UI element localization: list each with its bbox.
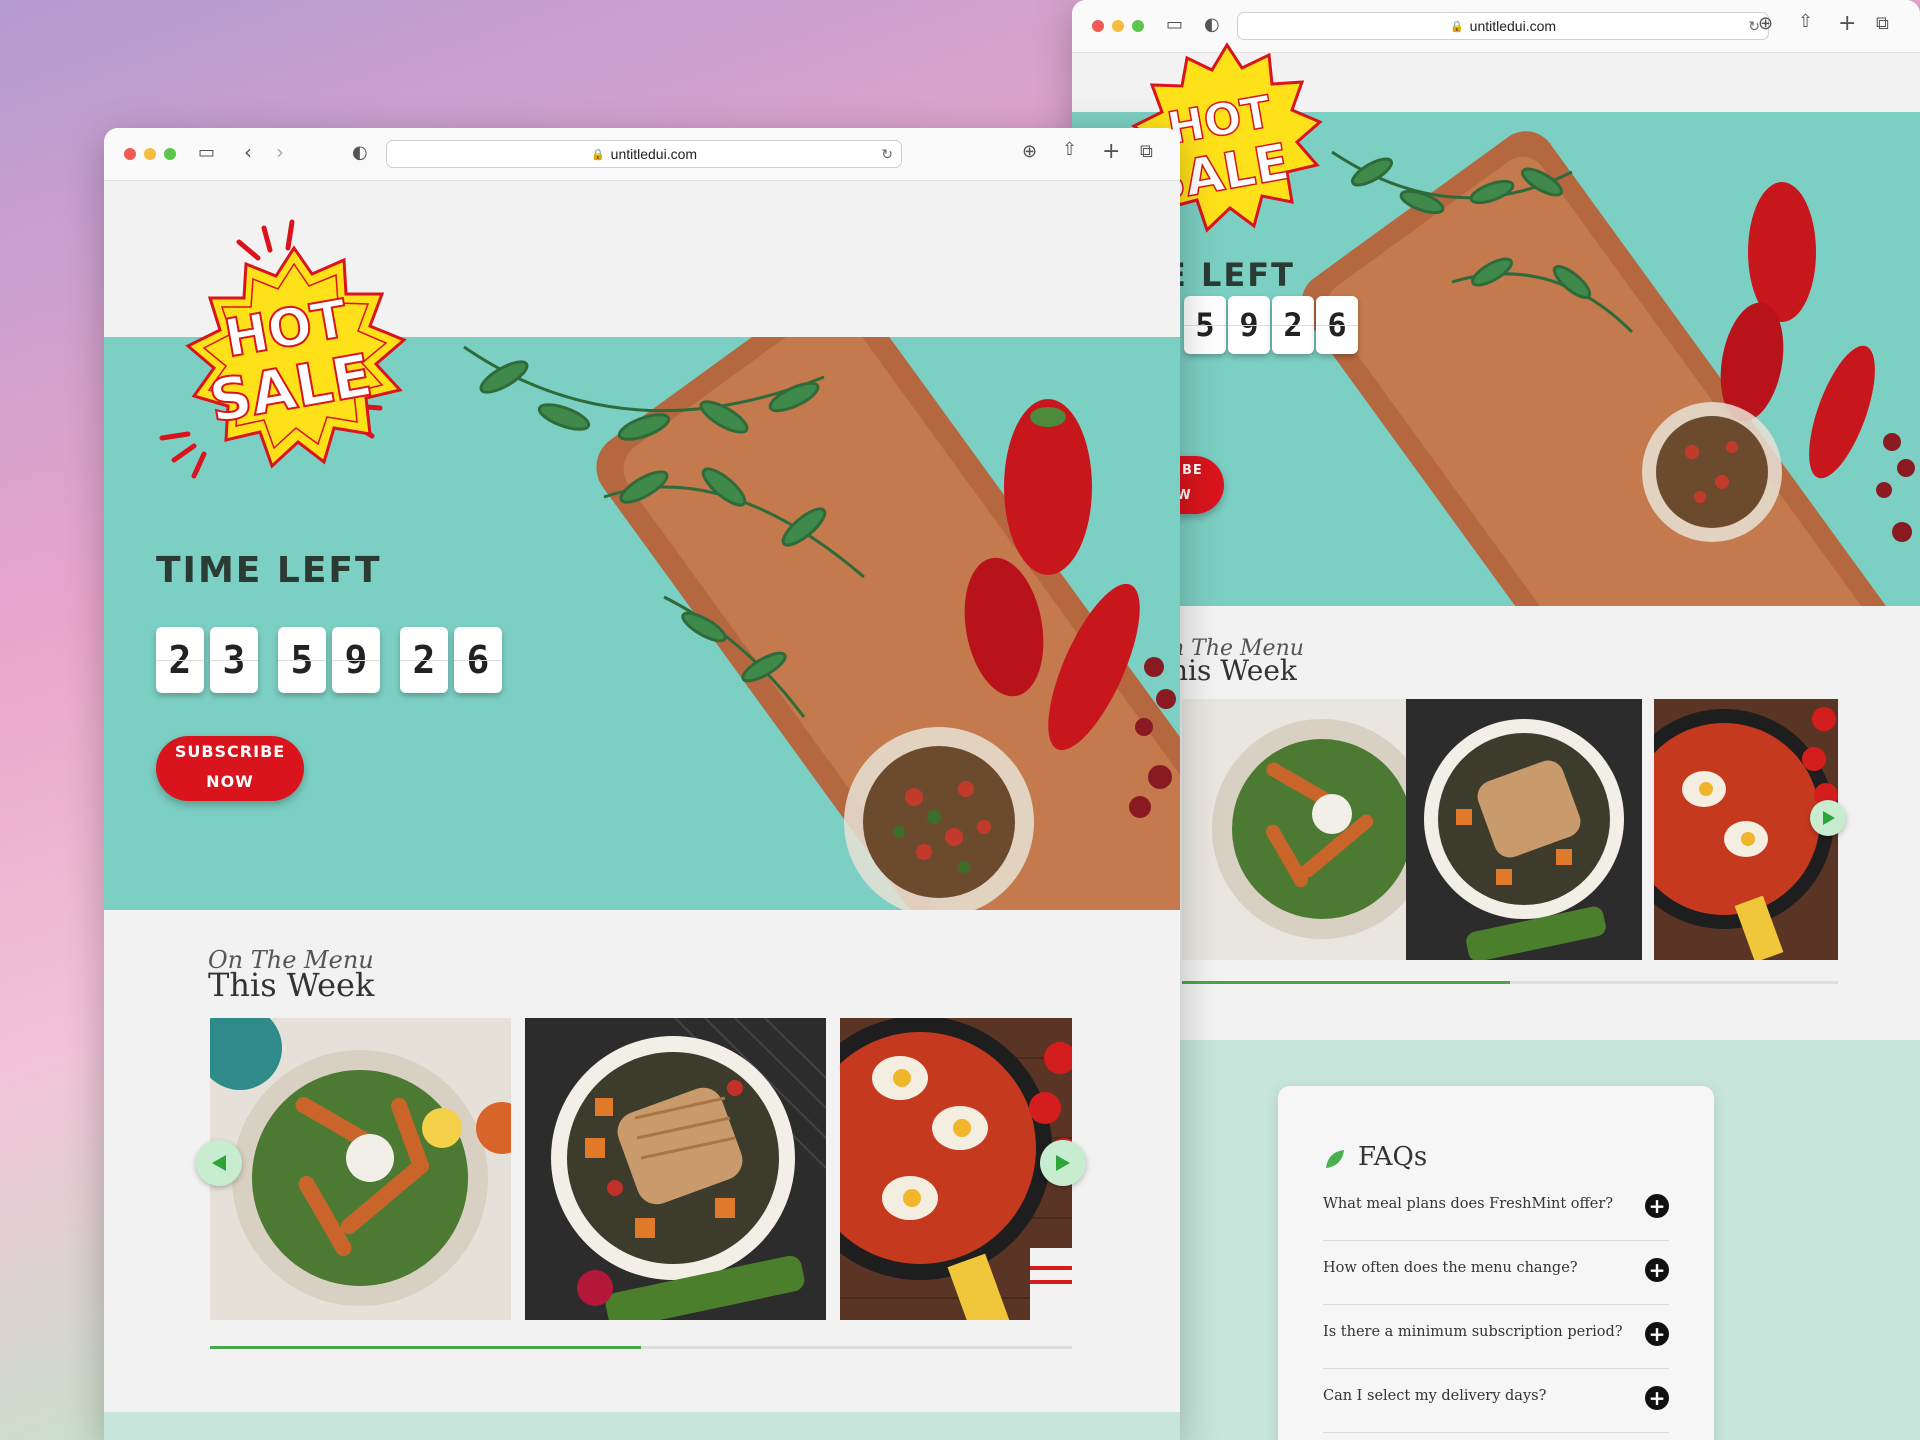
lock-icon: 🔒: [1449, 20, 1464, 33]
privacy-shield-icon[interactable]: ◐: [1204, 16, 1220, 34]
back-menu-title: his Week: [1170, 654, 1297, 687]
countdown-digit: 6: [454, 627, 502, 693]
faq-item[interactable]: How often does the menu change? +: [1323, 1240, 1669, 1305]
time-left-label: TIME LEFT: [156, 550, 382, 591]
back-carousel-progress-track: [1182, 981, 1838, 984]
back-countdown-digit: 5: [1184, 296, 1226, 354]
faq-question: Can I select my delivery days?: [1323, 1388, 1547, 1404]
reload-icon[interactable]: ↻: [881, 146, 893, 163]
leaf-icon: [1326, 1150, 1344, 1168]
front-address-bar[interactable]: 🔒 untitledui.com ↻: [386, 140, 902, 168]
back-menu-card-2[interactable]: [1406, 699, 1642, 960]
menu-title: This Week: [208, 966, 375, 1004]
expand-plus-icon[interactable]: +: [1645, 1386, 1669, 1410]
back-time-left-label: E LEFT: [1164, 256, 1295, 294]
countdown-digit: 5: [278, 627, 326, 693]
carousel-prev-button[interactable]: [196, 1140, 242, 1186]
carousel-progress-fill: [210, 1346, 641, 1349]
zoom-window-button[interactable]: [164, 148, 176, 160]
faq-question: Is there a minimum subscription period?: [1323, 1324, 1623, 1340]
faq-question: What meal plans does FreshMint offer?: [1323, 1196, 1614, 1212]
countdown-digit: 3: [210, 627, 258, 693]
expand-plus-icon[interactable]: +: [1645, 1258, 1669, 1282]
back-countdown-digit: 6: [1316, 296, 1358, 354]
front-faq-section-top: [104, 1412, 1180, 1440]
tabs-overview-icon[interactable]: ⧉: [1876, 15, 1889, 33]
download-icon[interactable]: ⊕: [1022, 143, 1037, 161]
faq-item[interactable]: Can I select my delivery days? +: [1323, 1368, 1669, 1433]
front-browser-toolbar: ▭ ‹ › ◐ 🔒 untitledui.com ↻ ⊕ ⇧ + ⧉: [104, 128, 1180, 181]
download-icon[interactable]: ⊕: [1758, 15, 1773, 33]
back-menu-card-3[interactable]: [1654, 699, 1838, 960]
sidebar-icon[interactable]: ▭: [198, 144, 215, 162]
back-carousel-next-button[interactable]: [1810, 800, 1846, 836]
faq-title: FAQs: [1358, 1142, 1428, 1172]
address-bar-url: untitledui.com: [1469, 18, 1557, 34]
faq-item[interactable]: What meal plans does FreshMint offer? +: [1323, 1176, 1669, 1241]
menu-card-1-image: [210, 1018, 511, 1320]
forward-arrow-icon[interactable]: ›: [276, 142, 284, 162]
tabs-overview-icon[interactable]: ⧉: [1140, 143, 1153, 161]
menu-card-1[interactable]: [210, 1018, 511, 1320]
share-icon[interactable]: ⇧: [1798, 13, 1813, 31]
close-window-button[interactable]: [124, 148, 136, 160]
hot-sale-badge: HOT SALE: [159, 219, 407, 479]
subscribe-now-button[interactable]: SUBSCRIBE NOW: [156, 736, 304, 801]
menu-card-3[interactable]: [840, 1018, 1072, 1320]
privacy-shield-icon[interactable]: ◐: [352, 144, 368, 162]
faq-card: FAQs What meal plans does FreshMint offe…: [1278, 1086, 1714, 1440]
sidebar-icon[interactable]: ▭: [1166, 16, 1183, 34]
minimize-window-button[interactable]: [1112, 20, 1124, 32]
expand-plus-icon[interactable]: +: [1645, 1194, 1669, 1218]
back-menu-card-2-image: [1424, 719, 1624, 960]
menu-card-3-image: [840, 1018, 1072, 1320]
back-countdown-digit: 9: [1228, 296, 1270, 354]
menu-card-2-image: [551, 1018, 826, 1320]
back-arrow-icon[interactable]: ‹: [244, 142, 252, 162]
faq-question: How often does the menu change?: [1323, 1260, 1578, 1276]
menu-card-2[interactable]: [525, 1018, 826, 1320]
back-browser-window: ▭ ◐ 🔒 untitledui.com ↻ ⊕ ⇧ + ⧉ E LEFT 5 …: [1072, 0, 1920, 1440]
countdown-digit: 2: [156, 627, 204, 693]
close-window-button[interactable]: [1092, 20, 1104, 32]
countdown-digit: 2: [400, 627, 448, 693]
share-icon[interactable]: ⇧: [1062, 141, 1077, 159]
back-menu-card-3-image: [1654, 707, 1838, 960]
carousel-next-button[interactable]: [1040, 1140, 1086, 1186]
play-right-icon: [1823, 811, 1835, 825]
expand-plus-icon[interactable]: +: [1645, 1322, 1669, 1346]
front-browser-window: ▭ ‹ › ◐ 🔒 untitledui.com ↻ ⊕ ⇧ + ⧉ TIME …: [104, 128, 1180, 1440]
new-tab-icon[interactable]: +: [1838, 13, 1856, 35]
subscribe-label-1: SUBSCRIBE: [174, 742, 286, 761]
address-bar-url: untitledui.com: [610, 146, 698, 162]
play-left-icon: [212, 1155, 226, 1171]
back-address-bar[interactable]: 🔒 untitledui.com ↻: [1237, 12, 1769, 40]
play-right-icon: [1056, 1155, 1070, 1171]
zoom-window-button[interactable]: [1132, 20, 1144, 32]
faq-section: FAQs What meal plans does FreshMint offe…: [1072, 1040, 1920, 1440]
lock-icon: 🔒: [590, 148, 605, 161]
new-tab-icon[interactable]: +: [1102, 141, 1120, 163]
carousel-progress-track: [210, 1346, 1072, 1349]
minimize-window-button[interactable]: [144, 148, 156, 160]
back-countdown-digit: 2: [1272, 296, 1314, 354]
subscribe-label-2: NOW: [206, 772, 254, 791]
countdown-digit: 9: [332, 627, 380, 693]
faq-item[interactable]: Is there a minimum subscription period? …: [1323, 1304, 1669, 1369]
back-carousel-progress-fill: [1182, 981, 1510, 984]
